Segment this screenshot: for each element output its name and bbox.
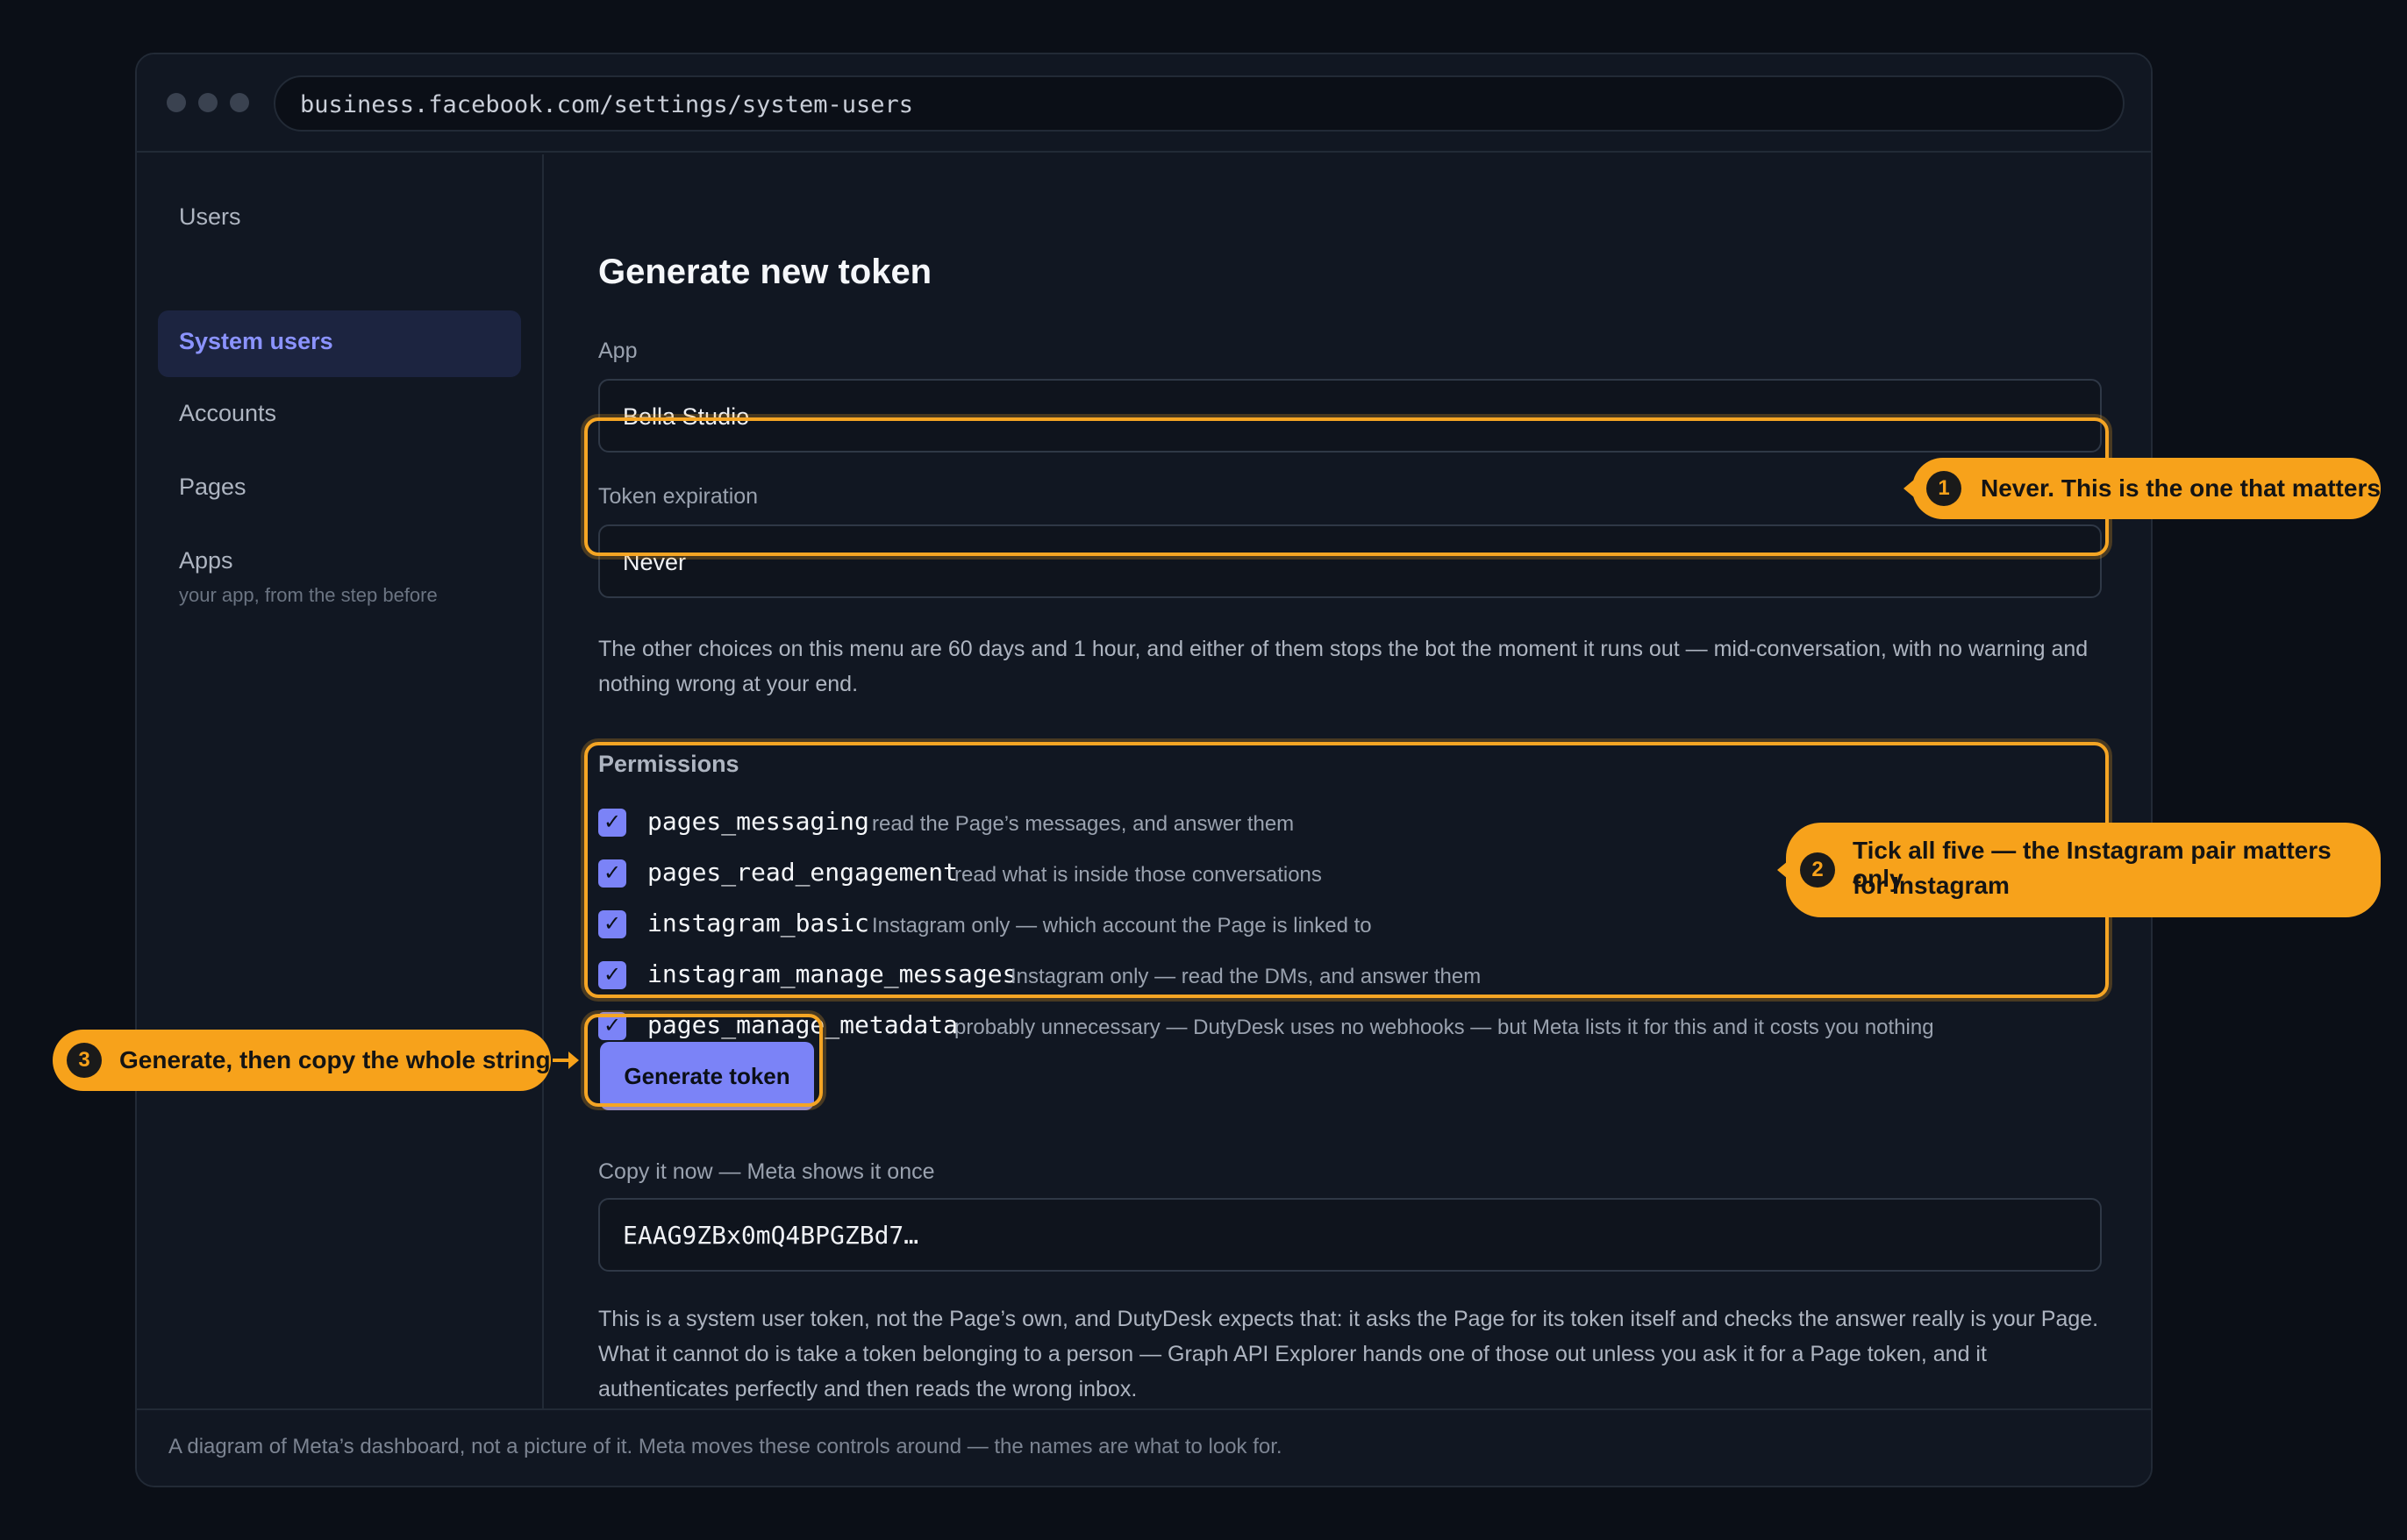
expiration-note: The other choices on this menu are 60 da… bbox=[598, 637, 2089, 696]
token-value: EAAG9ZBx0mQ4BPGZBd7… bbox=[623, 1221, 919, 1250]
footer: A diagram of Meta’s dashboard, not a pic… bbox=[137, 1408, 2151, 1486]
callout-3: 3 Generate, then copy the whole string bbox=[53, 1030, 551, 1091]
sidebar-item-users[interactable]: Users bbox=[158, 186, 521, 253]
callout-number: 3 bbox=[67, 1043, 102, 1078]
permission-desc: probably unnecessary — DutyDesk uses no … bbox=[954, 1016, 1934, 1039]
footer-note: A diagram of Meta’s dashboard, not a pic… bbox=[168, 1435, 1282, 1458]
window-maximize-dot[interactable] bbox=[230, 93, 249, 112]
callout-text: Generate, then copy the whole string bbox=[119, 1046, 551, 1073]
sidebar: Users System users Accounts Pages Apps y… bbox=[137, 154, 544, 1410]
address-bar-url: business.facebook.com/settings/system-us… bbox=[300, 91, 913, 118]
app-field-label: App bbox=[598, 339, 638, 363]
sidebar-item-pages[interactable]: Pages bbox=[158, 456, 521, 523]
sidebar-item-label: Pages bbox=[179, 474, 246, 500]
sidebar-item-label: Users bbox=[179, 203, 241, 230]
sidebar-item-apps-hint: your app, from the step before bbox=[179, 584, 438, 606]
title-bar: business.facebook.com/settings/system-us… bbox=[137, 54, 2151, 153]
address-bar[interactable]: business.facebook.com/settings/system-us… bbox=[274, 75, 2125, 132]
callout-2-pointer bbox=[1777, 861, 1788, 879]
callout-number: 1 bbox=[1926, 471, 1961, 506]
token-output-field[interactable]: EAAG9ZBx0mQ4BPGZBd7… bbox=[598, 1198, 2102, 1272]
callout-2: 2 Tick all five — the Instagram pair mat… bbox=[1786, 823, 2381, 917]
highlight-expiration bbox=[584, 417, 2109, 556]
callout-3-pointer bbox=[568, 1052, 579, 1069]
sidebar-item-label: Apps bbox=[179, 547, 233, 574]
window-close-dot[interactable] bbox=[167, 93, 186, 112]
callout-1-pointer bbox=[1903, 480, 1914, 497]
token-note: This is a system user token, not the Pag… bbox=[598, 1307, 2099, 1401]
callout-text-line2: for Instagram bbox=[1853, 872, 2010, 899]
callout-text: Never. This is the one that matters bbox=[1981, 474, 2381, 502]
sidebar-item-accounts[interactable]: Accounts bbox=[158, 382, 521, 449]
sidebar-item-label: Accounts bbox=[179, 400, 277, 426]
sidebar-item-system-users[interactable]: System users bbox=[158, 310, 521, 377]
highlight-generate-button bbox=[584, 1014, 823, 1107]
sidebar-item-label: System users bbox=[179, 328, 333, 354]
window-minimize-dot[interactable] bbox=[198, 93, 218, 112]
callout-1: 1 Never. This is the one that matters bbox=[1912, 458, 2381, 519]
copy-token-label: Copy it now — Meta shows it once bbox=[598, 1159, 935, 1184]
callout-number: 2 bbox=[1800, 852, 1835, 888]
callout-3-connector bbox=[553, 1059, 568, 1062]
page-title: Generate new token bbox=[598, 253, 932, 291]
